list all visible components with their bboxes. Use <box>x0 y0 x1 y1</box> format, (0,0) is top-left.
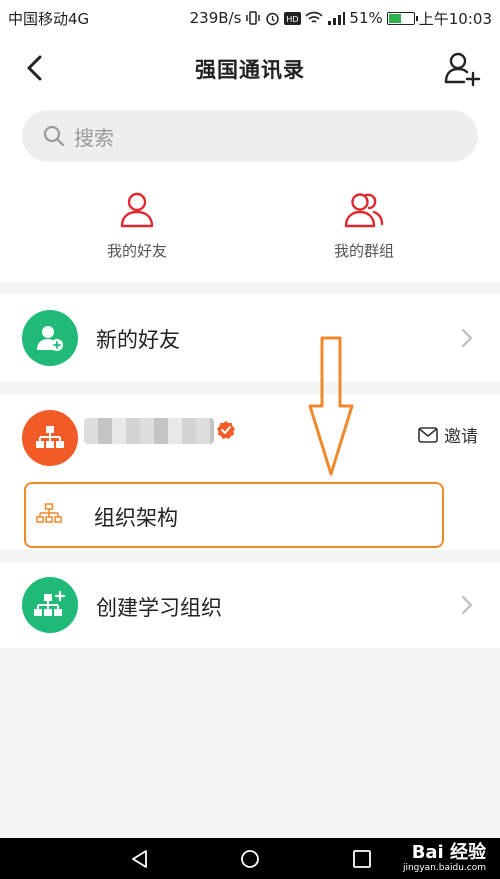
my-groups-entry[interactable]: 我的群组 <box>284 190 444 261</box>
signal-icon <box>327 11 346 25</box>
back-triangle-icon[interactable] <box>130 849 150 869</box>
invite-label: 邀请 <box>444 427 478 447</box>
create-org-avatar <box>22 577 78 633</box>
chevron-right-icon <box>461 328 473 348</box>
my-groups-label: 我的群组 <box>333 242 394 260</box>
vibrate-icon <box>245 11 261 25</box>
org-structure-row[interactable]: 组织架构 <box>0 482 500 550</box>
person-icon <box>120 192 154 228</box>
org-chart-icon <box>36 426 64 448</box>
battery-icon <box>386 11 418 25</box>
my-friends-entry[interactable]: 我的好友 <box>57 190 217 261</box>
my-friends-label: 我的好友 <box>106 242 167 260</box>
org-structure-label: 组织架构 <box>94 506 178 530</box>
blurred-org-name <box>84 418 214 444</box>
create-org-icon <box>34 591 66 616</box>
search-section: 搜索 <box>0 100 500 180</box>
new-friends-avatar <box>22 310 78 366</box>
search-placeholder: 搜索 <box>74 125 114 150</box>
watermark-brand: Bai 经验 <box>411 842 486 863</box>
org-structure-icon <box>36 503 62 523</box>
new-friends-label: 新的好友 <box>96 328 180 352</box>
alarm-icon <box>265 11 280 26</box>
mail-icon <box>418 426 438 443</box>
recents-square-icon[interactable] <box>352 849 372 869</box>
baidu-watermark: Bai 经验 jingyan.baidu.com <box>403 844 486 873</box>
highlight-box <box>24 482 444 548</box>
organization-row[interactable]: 邀请 <box>0 394 500 482</box>
wifi-icon <box>305 11 324 25</box>
carrier-text: 中国移动4G <box>8 9 90 28</box>
verified-badge-icon <box>217 421 235 439</box>
new-friends-row[interactable]: 新的好友 <box>0 294 500 382</box>
status-bar: 中国移动4G 239B/s HD 51% 上午10:03 <box>0 0 500 36</box>
organization-avatar <box>22 410 78 466</box>
hd-icon: HD <box>284 11 302 25</box>
clock-time: 上午10:03 <box>418 9 492 28</box>
battery-fill <box>388 13 401 23</box>
status-right: 239B/s HD 51% 上午10:03 <box>190 8 492 29</box>
watermark-url: jingyan.baidu.com <box>402 863 486 873</box>
create-org-label: 创建学习组织 <box>96 596 222 620</box>
search-icon <box>43 125 65 147</box>
group-icon <box>344 193 384 228</box>
add-person-icon <box>37 326 63 351</box>
system-navigation-bar: Bai 经验 jingyan.baidu.com <box>0 838 500 879</box>
chevron-right-icon <box>461 595 473 615</box>
add-friend-icon[interactable] <box>442 48 482 88</box>
invite-button[interactable]: 邀请 <box>418 422 478 447</box>
annotation-arrow <box>308 336 354 476</box>
quick-entries: 我的好友 我的群组 <box>0 180 500 282</box>
page-title: 强国通讯录 <box>195 58 305 82</box>
navigation-bar: 强国通讯录 <box>0 36 500 100</box>
svg-text:HD: HD <box>287 15 299 24</box>
create-org-row[interactable]: 创建学习组织 <box>0 562 500 648</box>
home-circle-icon[interactable] <box>240 849 260 869</box>
network-speed: 239B/s <box>189 9 242 27</box>
battery-percent: 51% <box>349 9 383 27</box>
search-input[interactable]: 搜索 <box>22 110 478 162</box>
